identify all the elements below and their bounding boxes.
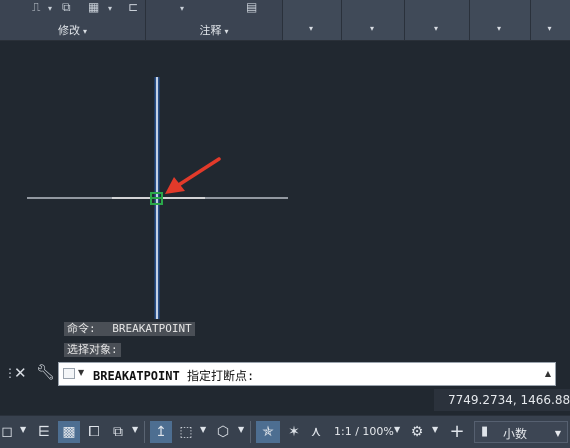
dropdown-arrow-icon[interactable]: ▼ [132,425,138,434]
ribbon-panel-modify: ⎍ ▾ ⧉ ▦ ▾ ⊏ 修改 ▾ [0,0,145,40]
stretch-icon[interactable]: ⎍ [32,0,40,14]
annotation-scale-value[interactable]: 1:1 / 100% [334,421,394,443]
table-icon[interactable]: ▤ [246,0,257,14]
dropdown-arrow-icon[interactable]: ▼ [394,425,400,434]
modify-tools: ⎍ ▾ ⧉ ▦ ▾ ⊏ [0,0,145,18]
isometric-drafting-icon[interactable]: ↥ [150,421,172,443]
dropdown-arrow-icon[interactable]: ▾ [180,2,184,16]
dropdown-arrow-icon[interactable]: ▼ [432,425,438,434]
close-icon[interactable]: ✕ [14,364,27,382]
cursor-coordinates[interactable]: 7749.2734, 1466.8823, 0 [434,389,570,411]
grid-icon[interactable]: ▩ [58,421,80,443]
dropdown-arrow-icon[interactable]: ▾ [108,2,112,16]
command-history-line-2: 选择对象: [64,343,121,357]
annotation-scale-icon[interactable]: ⋏ [306,421,326,443]
recent-commands-icon[interactable] [63,368,75,379]
dropdown-arrow-icon: ▼ [554,429,561,438]
3d-object-snap-icon[interactable]: ⬡ [212,421,234,443]
array-icon[interactable]: ▦ [88,0,99,14]
expand-arrow-icon: ▾ [82,27,87,36]
snap-mode-icon[interactable]: ⋿ [34,421,54,443]
model-space-icon[interactable]: ◻ [0,421,14,443]
command-line-bar: ⋮ ✕ 🔧︎ ▼ BREAKATPOINT 指定打断点: ▲ [0,361,570,387]
dropdown-arrow-icon[interactable]: ▼ [78,368,84,377]
command-history-line-1: 命令: BREAKATPOINT [64,322,195,336]
auto-scale-icon[interactable]: ✶ [284,421,304,443]
units-dropdown[interactable]: ▮ 小数 ▼ [474,421,568,443]
copy-icon[interactable]: ⧉ [62,0,71,14]
ortho-icon[interactable]: ⧠ [84,421,104,443]
dropdown-arrow-icon[interactable]: ▼ [200,425,206,434]
command-input[interactable]: ▼ BREAKATPOINT 指定打断点: ▲ [58,362,556,386]
ribbon-collapsed-panel-1[interactable]: ▾ [283,0,341,40]
ribbon-panel-annotation: ▾ ▤ 注释 ▾ [146,0,282,40]
ribbon-panel-title-annotation[interactable]: 注释 ▾ [146,22,282,37]
dropdown-arrow-icon[interactable]: ▾ [48,2,52,16]
ribbon-collapsed-panel-4[interactable]: ▾ [470,0,530,40]
status-bar: ◻ ▼ ⋿ ▩ ⧠ ⧉ ▼ ↥ ⬚ ▼ ⬡ ▼ ✯ ✶ ⋏ 1:1 / 100%… [0,415,570,448]
expand-arrow-icon: ▾ [224,27,229,36]
ribbon-collapsed-panel-5[interactable]: ▾ [531,0,570,40]
wrench-icon[interactable]: 🔧︎ [36,363,55,381]
ribbon: ⎍ ▾ ⧉ ▦ ▾ ⊏ 修改 ▾ ▾ ▤ 注释 ▾ ▾ ▾ ▾ ▾ ▾ [0,0,570,41]
gear-icon[interactable]: ⚙ [406,421,428,443]
ribbon-collapsed-panel-2[interactable]: ▾ [342,0,404,40]
offset-icon[interactable]: ⊏ [128,0,138,14]
ribbon-collapsed-panel-3[interactable]: ▾ [405,0,469,40]
dropdown-arrow-icon[interactable]: ▼ [20,425,26,434]
command-prompt-text: BREAKATPOINT 指定打断点: [93,369,255,383]
object-snap-tracking-icon[interactable]: ⧉ [108,421,128,443]
annotation-arrow [165,157,221,194]
history-scroll-up-icon[interactable]: ▲ [545,369,551,378]
annotation-visibility-icon[interactable]: ✯ [256,421,280,443]
ribbon-panel-title-modify[interactable]: 修改 ▾ [0,22,145,37]
dropdown-arrow-icon[interactable]: ▼ [238,425,244,434]
selection-cycling-icon[interactable]: ⬚ [176,421,196,443]
annotation-tools: ▾ ▤ [146,0,282,18]
units-icon: ▮ [481,424,489,439]
plus-icon[interactable]: + [446,421,468,443]
